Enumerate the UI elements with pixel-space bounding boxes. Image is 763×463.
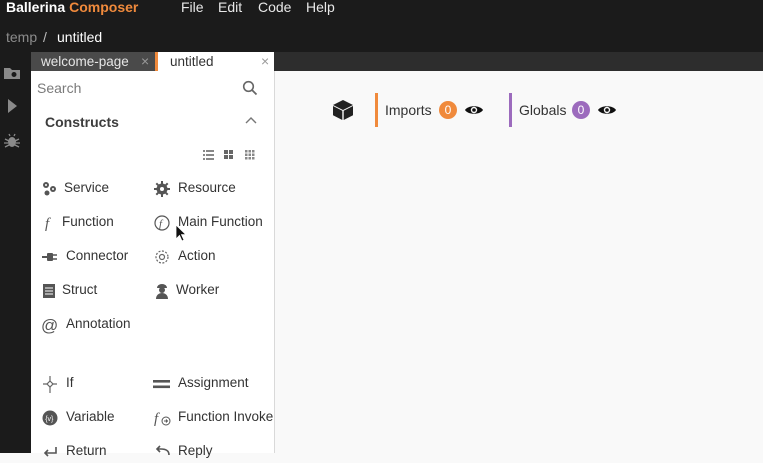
breadcrumb: temp / untitled: [0, 20, 763, 52]
menu-code[interactable]: Code: [258, 0, 291, 20]
breadcrumb-file: untitled: [57, 29, 103, 45]
imports-label: Imports: [385, 102, 432, 118]
close-icon[interactable]: ×: [141, 52, 149, 71]
return-icon: [43, 447, 57, 457]
breadcrumb-root[interactable]: temp: [6, 29, 37, 45]
tool-function-invoke[interactable]: f Function Invoke: [153, 407, 275, 429]
tab-welcome-page[interactable]: welcome-page ×: [31, 52, 155, 71]
globals-label: Globals: [519, 102, 567, 118]
tool-main-function[interactable]: f Main Function: [153, 212, 268, 234]
tool-label: Assignment: [178, 375, 249, 390]
tool-label: Struct: [62, 282, 98, 297]
imports-accent-bar: [375, 93, 378, 127]
annotation-icon: @: [41, 316, 58, 334]
tool-label: Return: [66, 443, 107, 458]
menu-help[interactable]: Help: [306, 0, 335, 20]
tool-palette: Constructs Service R: [31, 71, 275, 458]
svg-text:f: f: [159, 218, 164, 230]
tool-label: Function: [62, 214, 114, 229]
tool-worker[interactable]: Worker: [153, 280, 253, 302]
eye-icon[interactable]: [464, 103, 484, 117]
tool-resource[interactable]: Resource: [153, 178, 263, 200]
compact-grid-icon: [245, 150, 255, 160]
service-icon: [43, 182, 56, 196]
breadcrumb-separator: /: [43, 29, 47, 45]
tool-label: Connector: [66, 248, 129, 263]
grid-view-icon: [224, 150, 233, 159]
menu-file[interactable]: File: [181, 0, 204, 20]
worker-icon: [156, 284, 168, 299]
run-icon[interactable]: [3, 97, 21, 115]
search-icon[interactable]: [242, 80, 258, 96]
search-input[interactable]: [37, 78, 237, 98]
debug-icon[interactable]: [3, 132, 21, 150]
section-title[interactable]: Constructs: [45, 114, 119, 130]
list-view-icon: [203, 150, 214, 160]
tool-connector[interactable]: Connector: [41, 246, 141, 268]
tool-return[interactable]: Return: [41, 441, 141, 463]
app-name: Ballerina: [6, 0, 66, 15]
assignment-icon: [153, 380, 170, 389]
tool-reply[interactable]: Reply: [153, 441, 253, 463]
svg-text:{v}: {v}: [45, 416, 54, 423]
design-canvas[interactable]: Imports 0 Globals 0: [275, 71, 763, 453]
tool-label: Function Invoke: [178, 409, 274, 424]
resource-icon: [154, 181, 170, 197]
tool-service[interactable]: Service: [41, 178, 141, 200]
menu-edit[interactable]: Edit: [218, 0, 242, 20]
if-icon: [43, 376, 57, 393]
globals-group[interactable]: Globals 0: [509, 93, 629, 127]
tool-assignment[interactable]: Assignment: [153, 373, 263, 395]
tab-label: welcome-page: [41, 54, 129, 69]
tool-label: Variable: [66, 409, 115, 424]
eye-icon[interactable]: [597, 103, 617, 117]
svg-text:f: f: [154, 411, 160, 427]
variable-icon: {v}: [42, 410, 58, 426]
close-icon[interactable]: ×: [261, 52, 269, 71]
tool-label: Resource: [178, 180, 236, 195]
tool-variable[interactable]: {v} Variable: [41, 407, 141, 429]
tool-if[interactable]: If: [41, 373, 141, 395]
action-icon: [155, 250, 169, 264]
tool-label: If: [66, 375, 74, 390]
globals-count-badge: 0: [572, 101, 590, 119]
function-icon: f: [45, 216, 51, 232]
connector-icon: [42, 253, 57, 261]
mouse-cursor-icon: [175, 224, 187, 242]
tool-label: Worker: [176, 282, 220, 297]
app-product: Composer: [69, 0, 139, 15]
main-function-icon: f: [154, 215, 170, 231]
editor-tabs: welcome-page × untitled ×: [31, 52, 763, 71]
title-bar: Ballerina Composer File Edit Code Help: [0, 0, 763, 20]
svg-text:@: @: [41, 316, 58, 334]
package-icon[interactable]: [331, 98, 355, 122]
tab-label: untitled: [170, 54, 214, 69]
tool-label: Annotation: [66, 316, 131, 331]
view-mode-toggle[interactable]: [203, 148, 259, 162]
tool-label: Action: [178, 248, 216, 263]
tool-function[interactable]: f Function: [41, 212, 141, 234]
svg-text:f: f: [45, 216, 51, 232]
imports-group[interactable]: Imports 0: [375, 93, 495, 127]
tab-untitled[interactable]: untitled ×: [155, 52, 274, 71]
tool-action[interactable]: Action: [153, 246, 253, 268]
struct-icon: [43, 284, 55, 298]
imports-count-badge: 0: [439, 101, 457, 119]
tool-annotation[interactable]: @ Annotation: [41, 314, 151, 336]
tool-label: Reply: [178, 443, 213, 458]
tool-label: Main Function: [178, 214, 263, 229]
reply-icon: [155, 445, 170, 456]
tool-label: Service: [64, 180, 110, 195]
globals-accent-bar: [509, 93, 512, 127]
explorer-icon[interactable]: [3, 64, 21, 82]
app-brand: Ballerina Composer: [6, 0, 138, 20]
activity-rail: [0, 52, 31, 453]
function-invoke-icon: f: [154, 411, 171, 427]
chevron-up-icon[interactable]: [244, 114, 258, 128]
tool-struct[interactable]: Struct: [41, 280, 141, 302]
